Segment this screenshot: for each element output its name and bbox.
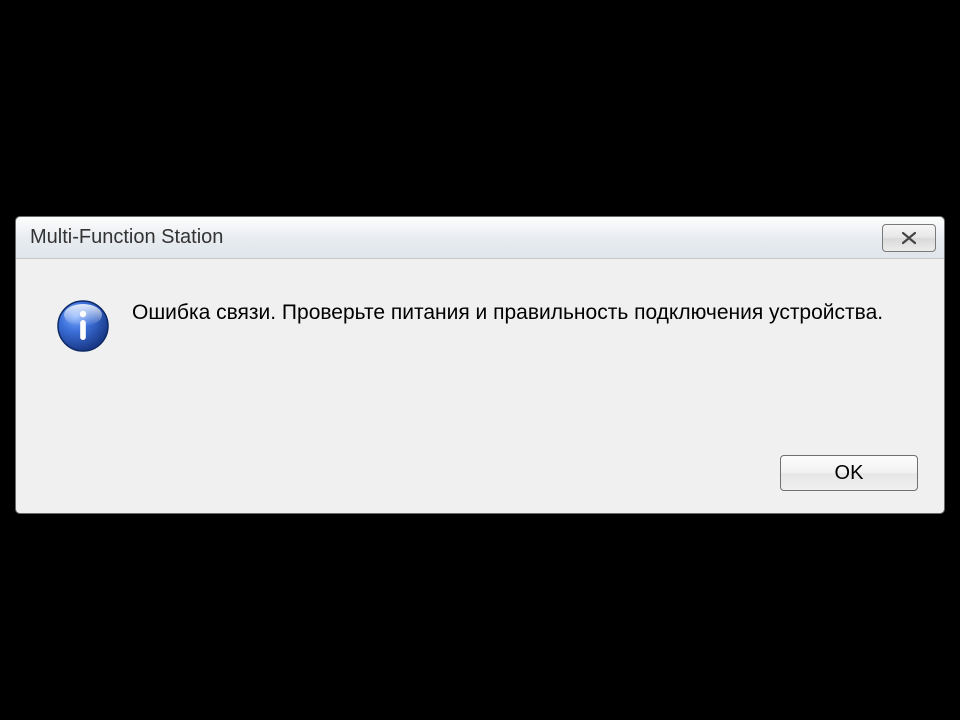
ok-button-label: OK [835, 462, 864, 485]
dialog-title: Multi-Function Station [30, 226, 882, 249]
titlebar: Multi-Function Station [16, 217, 944, 259]
button-row: OK [780, 455, 918, 491]
close-icon [900, 231, 918, 245]
ok-button[interactable]: OK [780, 455, 918, 491]
message-dialog: Multi-Function Station [15, 216, 945, 514]
info-icon [56, 299, 110, 353]
close-button[interactable] [882, 224, 936, 252]
dialog-content: Ошибка связи. Проверьте питания и правил… [16, 259, 944, 353]
dialog-message: Ошибка связи. Проверьте питания и правил… [132, 295, 883, 329]
